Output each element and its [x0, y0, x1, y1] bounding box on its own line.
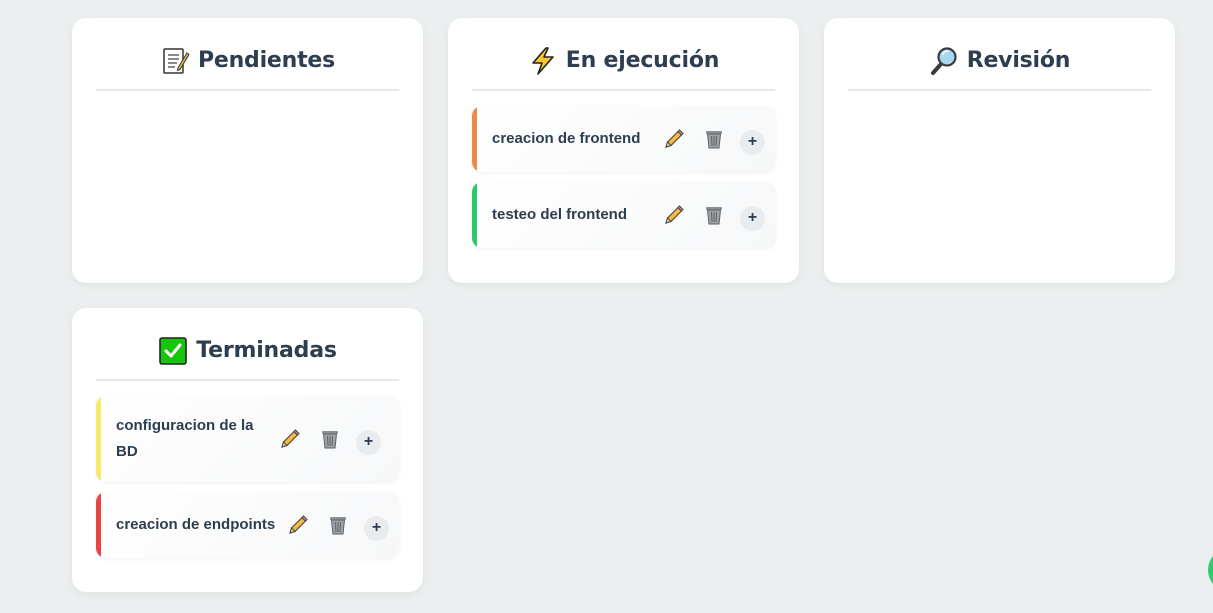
- column-header: Terminadas: [96, 332, 399, 381]
- task-card[interactable]: creacion de endpoints +: [96, 492, 399, 558]
- trash-icon[interactable]: [700, 201, 728, 229]
- column-en-ejecucion: En ejecución creacion de frontend + test…: [448, 18, 799, 283]
- column-title: Terminadas: [196, 338, 337, 363]
- pencil-icon[interactable]: [660, 201, 688, 229]
- card-actions: +: [660, 124, 765, 155]
- add-subtask-button[interactable]: +: [740, 129, 765, 155]
- column-header: Pendientes: [96, 42, 399, 91]
- pencil-icon[interactable]: [284, 511, 312, 539]
- add-subtask-button[interactable]: +: [356, 429, 381, 455]
- kanban-board: Pendientes En ejecución creacion de fron…: [0, 0, 1213, 613]
- pencil-icon[interactable]: [276, 425, 304, 453]
- trash-icon[interactable]: [324, 511, 352, 539]
- trash-icon[interactable]: [316, 425, 344, 453]
- card-actions: +: [284, 510, 389, 541]
- task-card[interactable]: creacion de frontend +: [472, 106, 775, 172]
- column-title: Pendientes: [197, 48, 336, 73]
- column-terminadas: Terminadas configuracion de la BD + crea…: [72, 308, 423, 592]
- column-pendientes: Pendientes: [72, 18, 423, 283]
- trash-icon[interactable]: [700, 125, 728, 153]
- task-title: configuracion de la BD: [116, 417, 254, 460]
- task-title: creacion de frontend: [492, 130, 641, 147]
- column-header: En ejecución: [472, 42, 775, 91]
- lightning-icon: [528, 46, 558, 76]
- magnifier-icon: [929, 46, 959, 76]
- check-box-icon: [158, 336, 188, 366]
- add-subtask-button[interactable]: +: [740, 205, 765, 231]
- pencil-icon[interactable]: [660, 125, 688, 153]
- card-actions: +: [276, 424, 381, 455]
- card-actions: +: [660, 200, 765, 231]
- column-title: En ejecución: [565, 48, 720, 73]
- column-title: Revisión: [966, 48, 1071, 73]
- task-title: creacion de endpoints: [116, 516, 276, 533]
- floating-action-button[interactable]: [1208, 548, 1213, 592]
- memo-icon: [160, 46, 190, 76]
- column-header: Revisión: [848, 42, 1151, 91]
- add-subtask-button[interactable]: +: [364, 515, 389, 541]
- column-revision: Revisión: [824, 18, 1175, 283]
- task-card[interactable]: configuracion de la BD +: [96, 396, 399, 482]
- task-card[interactable]: testeo del frontend +: [472, 182, 775, 248]
- task-title: testeo del frontend: [492, 206, 628, 223]
